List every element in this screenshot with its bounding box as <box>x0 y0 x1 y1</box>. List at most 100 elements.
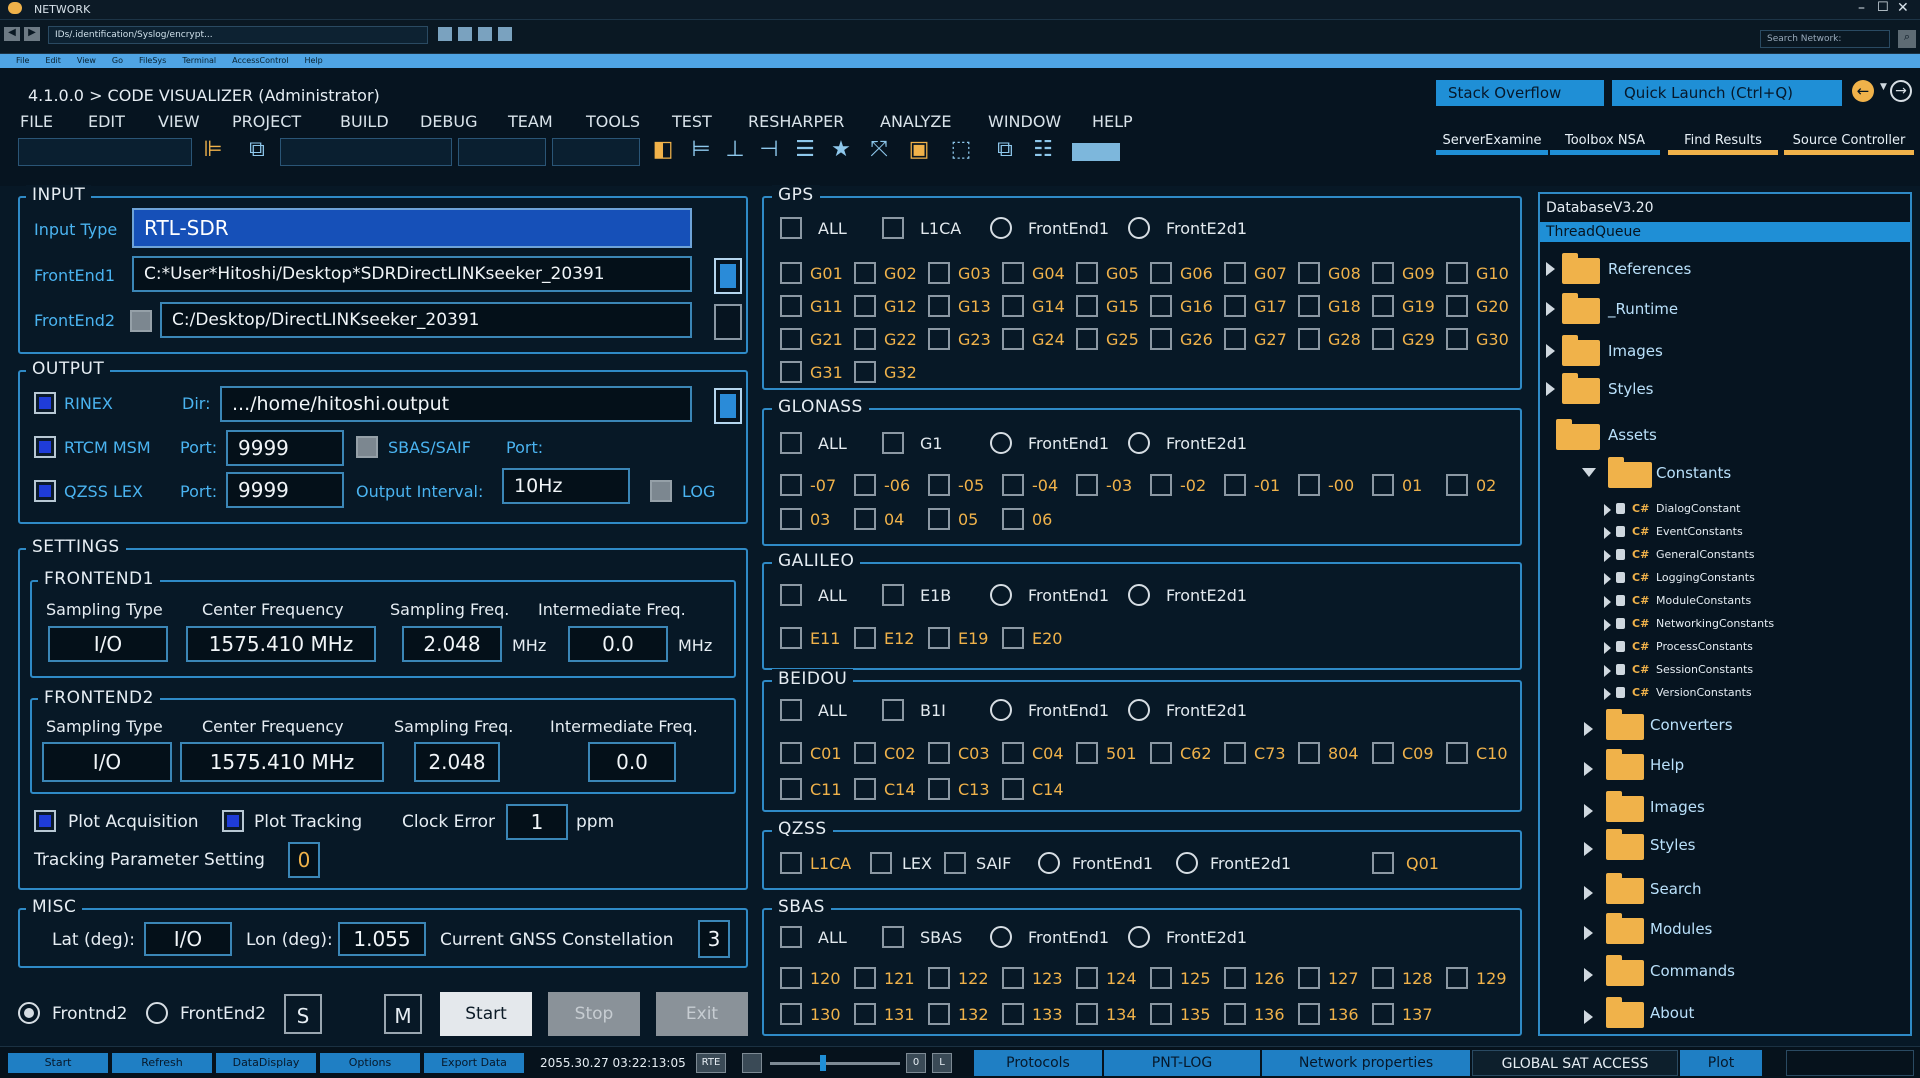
menu-analyze[interactable]: ANALYZE <box>880 112 952 131</box>
forward-arrow-icon[interactable]: → <box>1890 80 1912 102</box>
gps-all-checkbox[interactable] <box>780 217 802 239</box>
beidou-b1i-checkbox[interactable] <box>882 699 904 721</box>
expand-arrow-icon[interactable] <box>1584 722 1593 736</box>
platform-select[interactable] <box>280 138 452 166</box>
expand-arrow-icon[interactable] <box>1546 344 1555 358</box>
tab-find-results[interactable]: Find Results <box>1668 133 1778 155</box>
forward-icon[interactable]: ▶ <box>24 27 40 41</box>
qzss-frontend1-radio[interactable] <box>1038 852 1060 874</box>
gps-sat-checkbox[interactable] <box>780 295 802 317</box>
galileo-sat-checkbox[interactable] <box>1002 627 1024 649</box>
frontend1-browse-button[interactable] <box>714 258 742 294</box>
expand-arrow-icon[interactable] <box>1604 642 1611 654</box>
tree-class-item[interactable]: LoggingConstants <box>1656 571 1755 584</box>
gps-sat-checkbox[interactable] <box>854 328 876 350</box>
fe1-sampling-freq-input[interactable]: 2.048 <box>402 626 502 662</box>
sbas-sat-checkbox[interactable] <box>1372 967 1394 989</box>
gps-sat-checkbox[interactable] <box>928 295 950 317</box>
lat-input[interactable]: I/O <box>144 922 232 956</box>
galileo-frontend2-radio[interactable] <box>1128 584 1150 606</box>
sbas-sat-checkbox[interactable] <box>1224 1003 1246 1025</box>
window-icon[interactable]: ⧉ <box>244 135 270 165</box>
fe2-sampling-type-input[interactable]: I/O <box>42 742 172 782</box>
tree-class-item[interactable]: GeneralConstants <box>1656 548 1755 561</box>
frontend2-checkbox[interactable] <box>130 310 152 332</box>
output-interval-select[interactable]: 10Hz <box>502 468 630 504</box>
frontend1-path-input[interactable]: C:*User*Hitoshi/Desktop*SDRDirectLINKsee… <box>132 256 692 292</box>
sbas-frontend1-radio[interactable] <box>990 926 1012 948</box>
beidou-sat-checkbox[interactable] <box>1298 742 1320 764</box>
frontend2-radio[interactable] <box>146 1002 168 1024</box>
beidou-sat-checkbox[interactable] <box>928 742 950 764</box>
sbas-sat-checkbox[interactable] <box>1150 967 1172 989</box>
timeline-handle[interactable] <box>820 1055 826 1071</box>
sbas-sat-checkbox[interactable] <box>1002 1003 1024 1025</box>
glonass-sat-checkbox[interactable] <box>1150 474 1172 496</box>
expand-icon[interactable]: ⤧ <box>866 135 892 165</box>
menu-edit[interactable]: EDIT <box>88 112 125 131</box>
nav-icon-3[interactable] <box>478 27 492 41</box>
menu-project[interactable]: PROJECT <box>232 112 301 131</box>
status-start-button[interactable]: Start <box>8 1053 108 1073</box>
galileo-all-checkbox[interactable] <box>780 584 802 606</box>
menu-tools[interactable]: TOOLS <box>586 112 640 131</box>
gps-l1ca-checkbox[interactable] <box>882 217 904 239</box>
stack-icon[interactable]: ⧉ <box>992 135 1018 165</box>
gps-sat-checkbox[interactable] <box>780 328 802 350</box>
gps-sat-checkbox[interactable] <box>1002 328 1024 350</box>
glonass-frontend2-radio[interactable] <box>1128 432 1150 454</box>
nav-icon-1[interactable] <box>438 27 452 41</box>
os-menu-item[interactable]: File <box>16 56 29 65</box>
tree-item-search[interactable]: Search <box>1650 880 1702 898</box>
beidou-sat-checkbox[interactable] <box>1002 778 1024 800</box>
expand-arrow-icon[interactable] <box>1604 527 1611 539</box>
sbas-sat-checkbox[interactable] <box>1298 1003 1320 1025</box>
tree-item-help[interactable]: Help <box>1650 756 1684 774</box>
gps-sat-checkbox[interactable] <box>1446 328 1468 350</box>
menu-window[interactable]: WINDOW <box>988 112 1061 131</box>
input-type-select[interactable]: RTL-SDR <box>132 208 692 248</box>
expand-arrow-icon[interactable] <box>1546 302 1555 316</box>
s-button[interactable]: S <box>284 994 322 1034</box>
gps-sat-checkbox[interactable] <box>1372 262 1394 284</box>
status-tab-pnt-log[interactable]: PNT-LOG <box>1104 1050 1260 1076</box>
glonass-sat-checkbox[interactable] <box>1224 474 1246 496</box>
beidou-sat-checkbox[interactable] <box>1150 742 1172 764</box>
beidou-sat-checkbox[interactable] <box>1076 742 1098 764</box>
os-menu-item[interactable]: FileSys <box>139 56 166 65</box>
plot-tracking-checkbox[interactable] <box>222 810 244 832</box>
beidou-sat-checkbox[interactable] <box>1446 742 1468 764</box>
tree-item-constants[interactable]: Constants <box>1656 464 1731 482</box>
gps-sat-checkbox[interactable] <box>1298 328 1320 350</box>
qzss-frontend2-radio[interactable] <box>1176 852 1198 874</box>
output-dir-input[interactable]: .../home/hitoshi.output <box>220 386 692 422</box>
menu-resharper[interactable]: RESHARPER <box>748 112 844 131</box>
glonass-sat-checkbox[interactable] <box>780 474 802 496</box>
sbas-sat-checkbox[interactable] <box>1372 1003 1394 1025</box>
gps-frontend2-radio[interactable] <box>1128 217 1150 239</box>
star-icon[interactable]: ★ <box>828 135 854 165</box>
beidou-sat-checkbox[interactable] <box>1372 742 1394 764</box>
sbas-sat-checkbox[interactable] <box>1224 967 1246 989</box>
rtcm-checkbox[interactable] <box>34 436 56 458</box>
gps-sat-checkbox[interactable] <box>928 262 950 284</box>
gps-sat-checkbox[interactable] <box>854 295 876 317</box>
qzss-lex-checkbox[interactable] <box>34 480 56 502</box>
tree-class-item[interactable]: VersionConstants <box>1656 686 1752 699</box>
start-button[interactable]: Start <box>440 992 532 1036</box>
tree-item-commands[interactable]: Commands <box>1650 962 1735 980</box>
list-icon[interactable]: ☰ <box>792 135 818 165</box>
status-input[interactable] <box>1786 1050 1914 1076</box>
menu-file[interactable]: FILE <box>20 112 53 131</box>
gps-sat-checkbox[interactable] <box>1372 328 1394 350</box>
network-search-input[interactable]: Search Network: <box>1760 30 1890 48</box>
stop-button[interactable]: Stop <box>548 992 640 1036</box>
gps-sat-checkbox[interactable] <box>780 361 802 383</box>
close-icon[interactable]: ✕ <box>1897 0 1909 16</box>
sbas-sat-checkbox[interactable] <box>780 1003 802 1025</box>
sbas-sat-checkbox[interactable] <box>1150 1003 1172 1025</box>
pause-button[interactable] <box>742 1053 762 1073</box>
gps-sat-checkbox[interactable] <box>928 328 950 350</box>
sbas-sat-checkbox[interactable] <box>928 1003 950 1025</box>
os-menu-item[interactable]: Terminal <box>182 56 216 65</box>
